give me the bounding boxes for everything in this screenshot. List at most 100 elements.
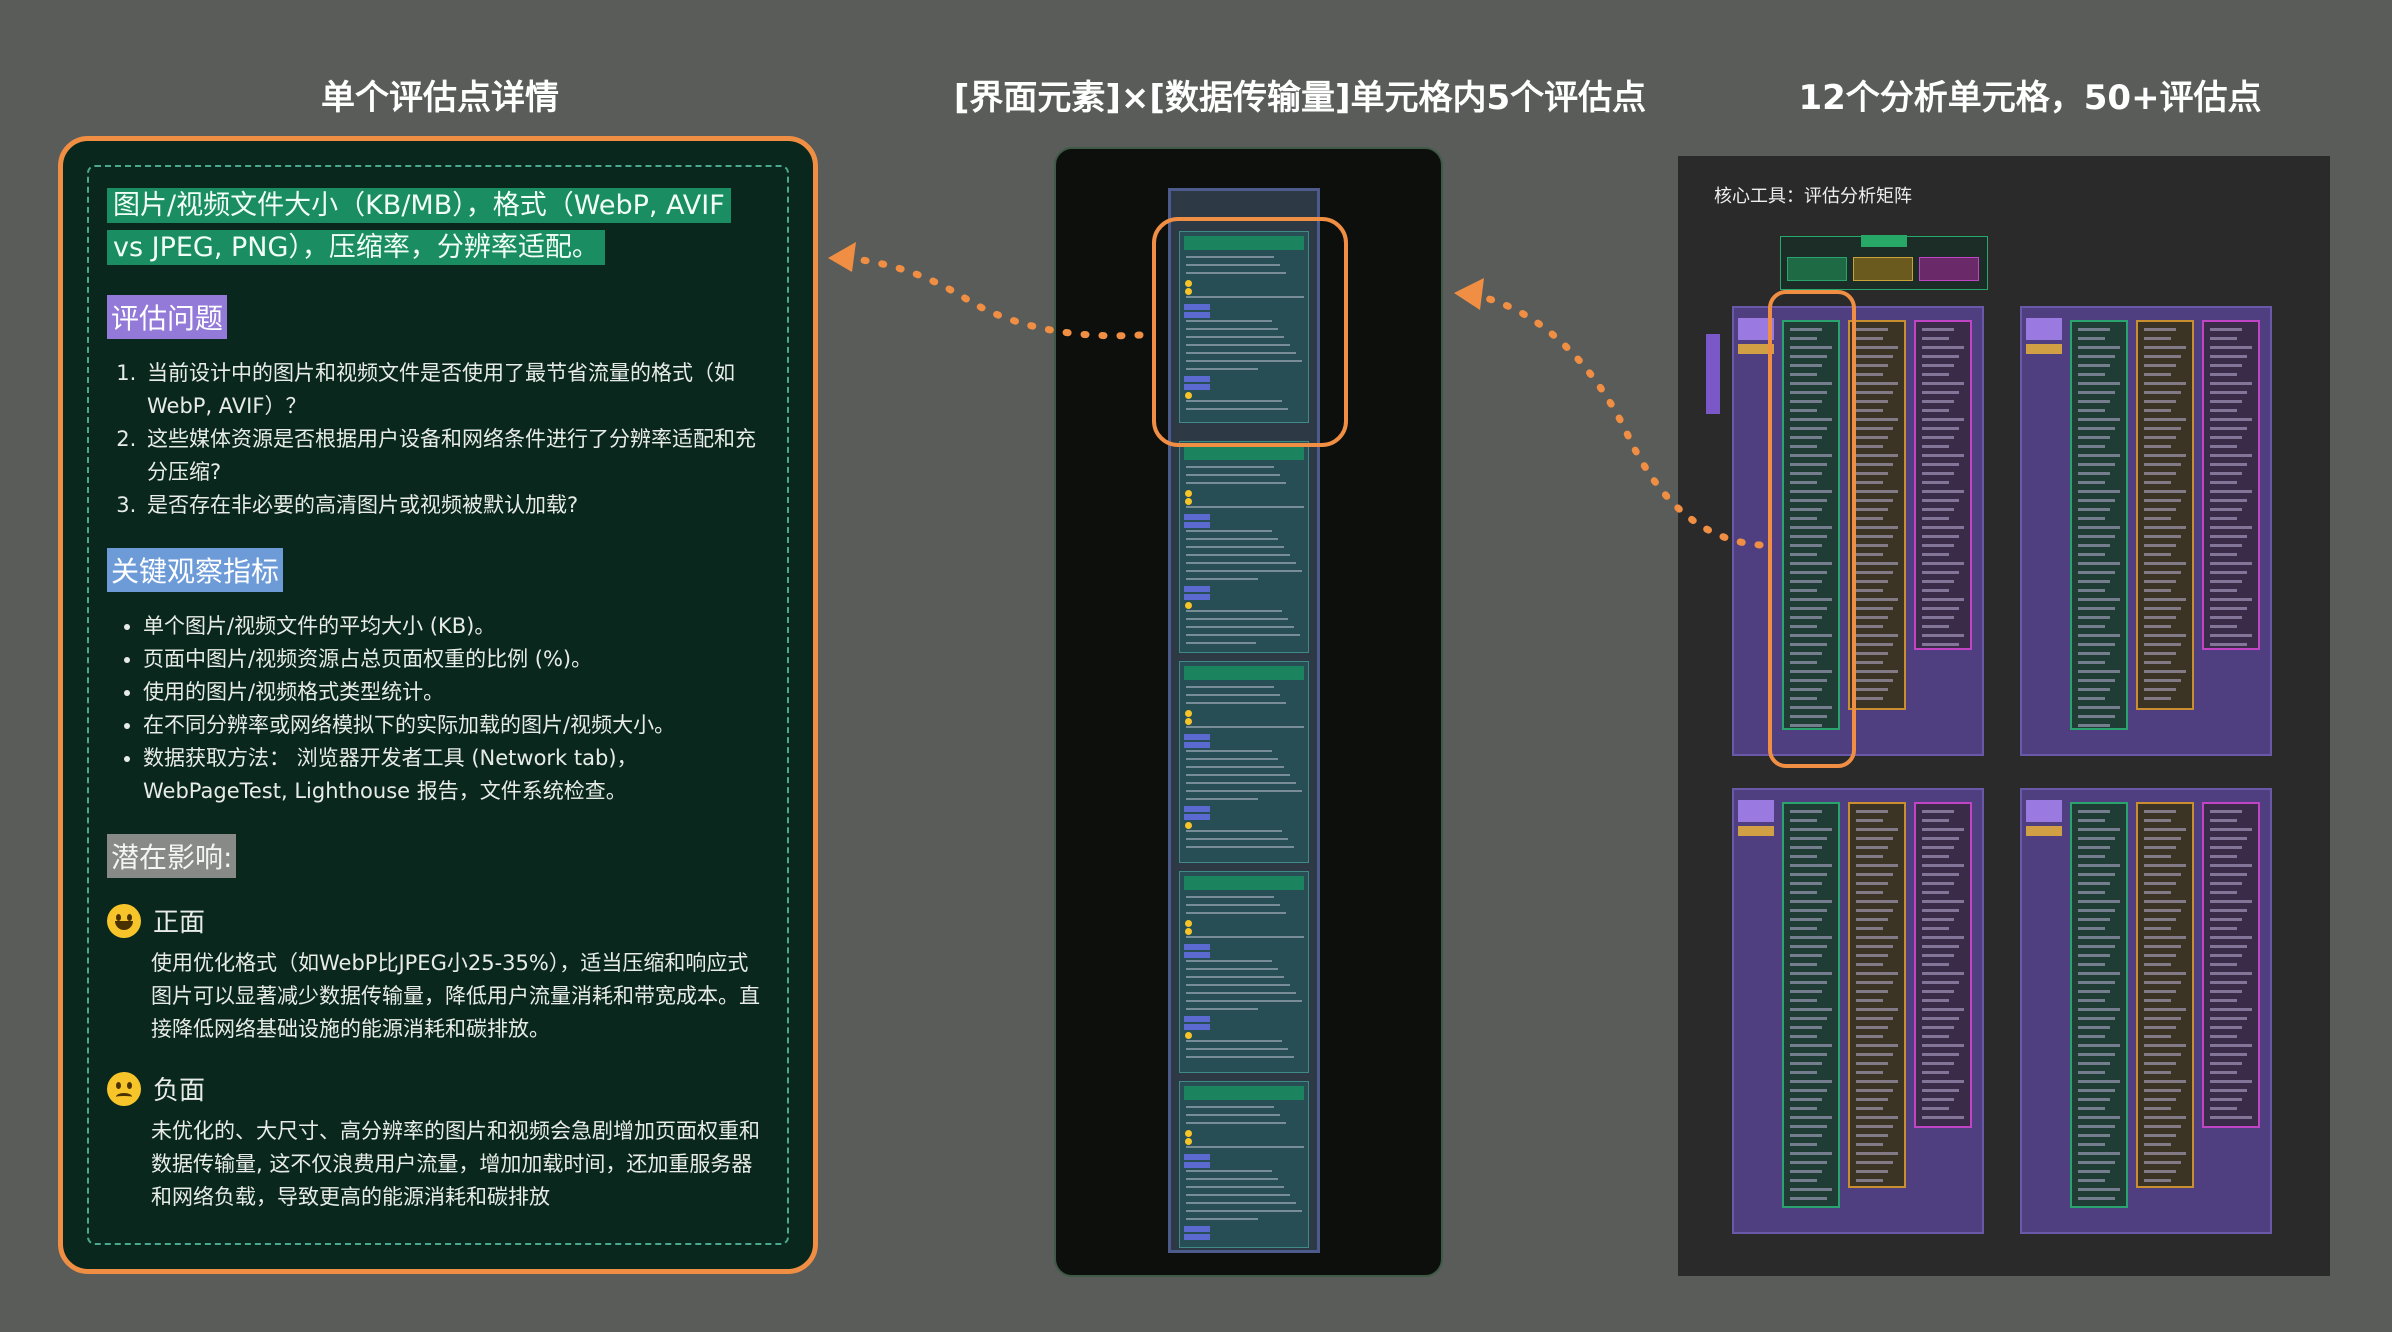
matrix-cell-line	[2210, 535, 2247, 538]
matrix-cell-line	[1922, 490, 1964, 493]
matrix-cell-line	[2144, 652, 2176, 655]
matrix-cell-line	[1856, 1107, 1883, 1110]
matrix-cell-line	[2210, 517, 2237, 520]
matrix-cell-line	[2078, 337, 2105, 340]
matrix-cell-line	[2144, 580, 2176, 583]
matrix-cell-line	[2144, 900, 2186, 903]
matrix-cell-line	[1922, 1017, 1959, 1020]
matrix-cell-line	[2210, 436, 2242, 439]
matrix-cell-line	[2078, 661, 2105, 664]
question-item: 当前设计中的图片和视频文件是否使用了最节省流量的格式（如WebP, AVIF）？	[143, 357, 763, 423]
matrix-cell-line	[1790, 1080, 1832, 1083]
matrix-cell-line	[1856, 643, 1893, 646]
matrix-cell-line	[1856, 936, 1898, 939]
matrix-cell-line	[2078, 652, 2110, 655]
matrix-cell	[2136, 802, 2194, 1188]
matrix-cell-line	[2144, 1026, 2176, 1029]
matrix-cell-line	[1856, 882, 1888, 885]
matrix-quadrant	[2020, 788, 2272, 1234]
matrix-cell-line	[1922, 607, 1959, 610]
matrix-cell-line	[2144, 445, 2171, 448]
mini-text-line	[1186, 774, 1290, 776]
matrix-cell-line	[1790, 945, 1827, 948]
matrix-cell-line	[1856, 571, 1893, 574]
matrix-cell-line	[2210, 643, 2247, 646]
matrix-cell-line	[2144, 346, 2186, 349]
matrix-cell-line	[1856, 927, 1883, 930]
matrix-cell-line	[1856, 1080, 1898, 1083]
matrix-cell-line	[2144, 688, 2176, 691]
matrix-cell-line	[2078, 517, 2105, 520]
matrix-cell-line	[2078, 972, 2120, 975]
matrix-cell-line	[1856, 589, 1883, 592]
metric-item: 使用的图片/视频格式类型统计。	[143, 676, 763, 709]
matrix-cell-line	[1856, 553, 1883, 556]
mini-emoji-icon	[1185, 1032, 1192, 1039]
matrix-cell-line	[1856, 373, 1883, 376]
matrix-cell-line	[2144, 490, 2186, 493]
matrix-cell-line	[1790, 1197, 1827, 1200]
matrix-row-label	[2026, 318, 2062, 340]
matrix-cell-line	[1922, 837, 1959, 840]
matrix-cell-line	[1856, 954, 1888, 957]
matrix-cell-line	[1922, 436, 1954, 439]
matrix-cell-line	[2078, 508, 2110, 511]
matrix-cell-line	[2144, 1134, 2176, 1137]
matrix-cell-line	[2078, 1080, 2120, 1083]
mini-text-line	[1186, 1210, 1302, 1212]
matrix-cell-line	[1790, 1143, 1817, 1146]
metric-item: 数据获取方法： 浏览器开发者工具 (Network tab)，WebPageTe…	[143, 742, 763, 808]
matrix-cell-line	[1790, 1170, 1822, 1173]
matrix-cell-line	[2144, 661, 2171, 664]
matrix-side-label	[1706, 334, 1720, 414]
matrix-cell-line	[2078, 810, 2110, 813]
evaluation-detail-card: 图片/视频文件大小（KB/MB），格式（WebP, AVIF vs JPEG, …	[58, 136, 818, 1274]
matrix-cell-line	[1856, 517, 1883, 520]
matrix-cell-line	[2210, 1098, 2242, 1101]
matrix-cell-line	[2078, 1116, 2120, 1119]
mini-text-line	[1186, 482, 1286, 484]
mini-text-line	[1186, 766, 1284, 768]
matrix-cell-line	[1790, 999, 1817, 1002]
matrix-cell-line	[2144, 936, 2186, 939]
matrix-cell-line	[2144, 499, 2181, 502]
mini-text-line	[1186, 546, 1284, 548]
matrix-cell-line	[2210, 391, 2247, 394]
mini-text-line	[1186, 912, 1286, 914]
matrix-cell-line	[2144, 679, 2181, 682]
matrix-cell-line	[1856, 1071, 1883, 1074]
matrix-cell-line	[2210, 463, 2247, 466]
mini-text-line	[1186, 686, 1274, 688]
matrix-cell-line	[2144, 1071, 2171, 1074]
mini-text-line	[1186, 984, 1290, 986]
matrix-cell-line	[2210, 990, 2242, 993]
matrix-cell-line	[1856, 463, 1893, 466]
mini-text-line	[1186, 830, 1282, 832]
metric-item: 单个图片/视频文件的平均大小 (KB)。	[143, 610, 763, 643]
matrix-cell-line	[1790, 1134, 1822, 1137]
matrix-cell-line	[1856, 427, 1893, 430]
matrix-cell-line	[2210, 882, 2242, 885]
matrix-cell-line	[2210, 553, 2237, 556]
matrix-cell-line	[1856, 945, 1893, 948]
matrix-cell-line	[1922, 846, 1954, 849]
matrix-cell-line	[2144, 427, 2181, 430]
evaluation-detail-inner: 图片/视频文件大小（KB/MB），格式（WebP, AVIF vs JPEG, …	[87, 165, 789, 1245]
mini-text-line	[1186, 1186, 1284, 1188]
matrix-cell-line	[2144, 526, 2186, 529]
matrix-cell-line	[1856, 900, 1898, 903]
matrix-cell-line	[1856, 481, 1883, 484]
matrix-cell-line	[2144, 1161, 2181, 1164]
matrix-cell-line	[2078, 1017, 2115, 1020]
matrix-cell-line	[1922, 625, 1949, 628]
matrix-cell-line	[2078, 391, 2115, 394]
matrix-cell-line	[2078, 1062, 2110, 1065]
matrix-cell-line	[2144, 364, 2176, 367]
matrix-cell-line	[2144, 882, 2176, 885]
matrix-cell-line	[1790, 891, 1817, 894]
matrix-cell-line	[2144, 571, 2181, 574]
matrix-cell-line	[2078, 346, 2120, 349]
matrix-cell-line	[1790, 810, 1822, 813]
matrix-row-sublabel	[2026, 344, 2062, 354]
matrix-quadrant	[2020, 306, 2272, 756]
